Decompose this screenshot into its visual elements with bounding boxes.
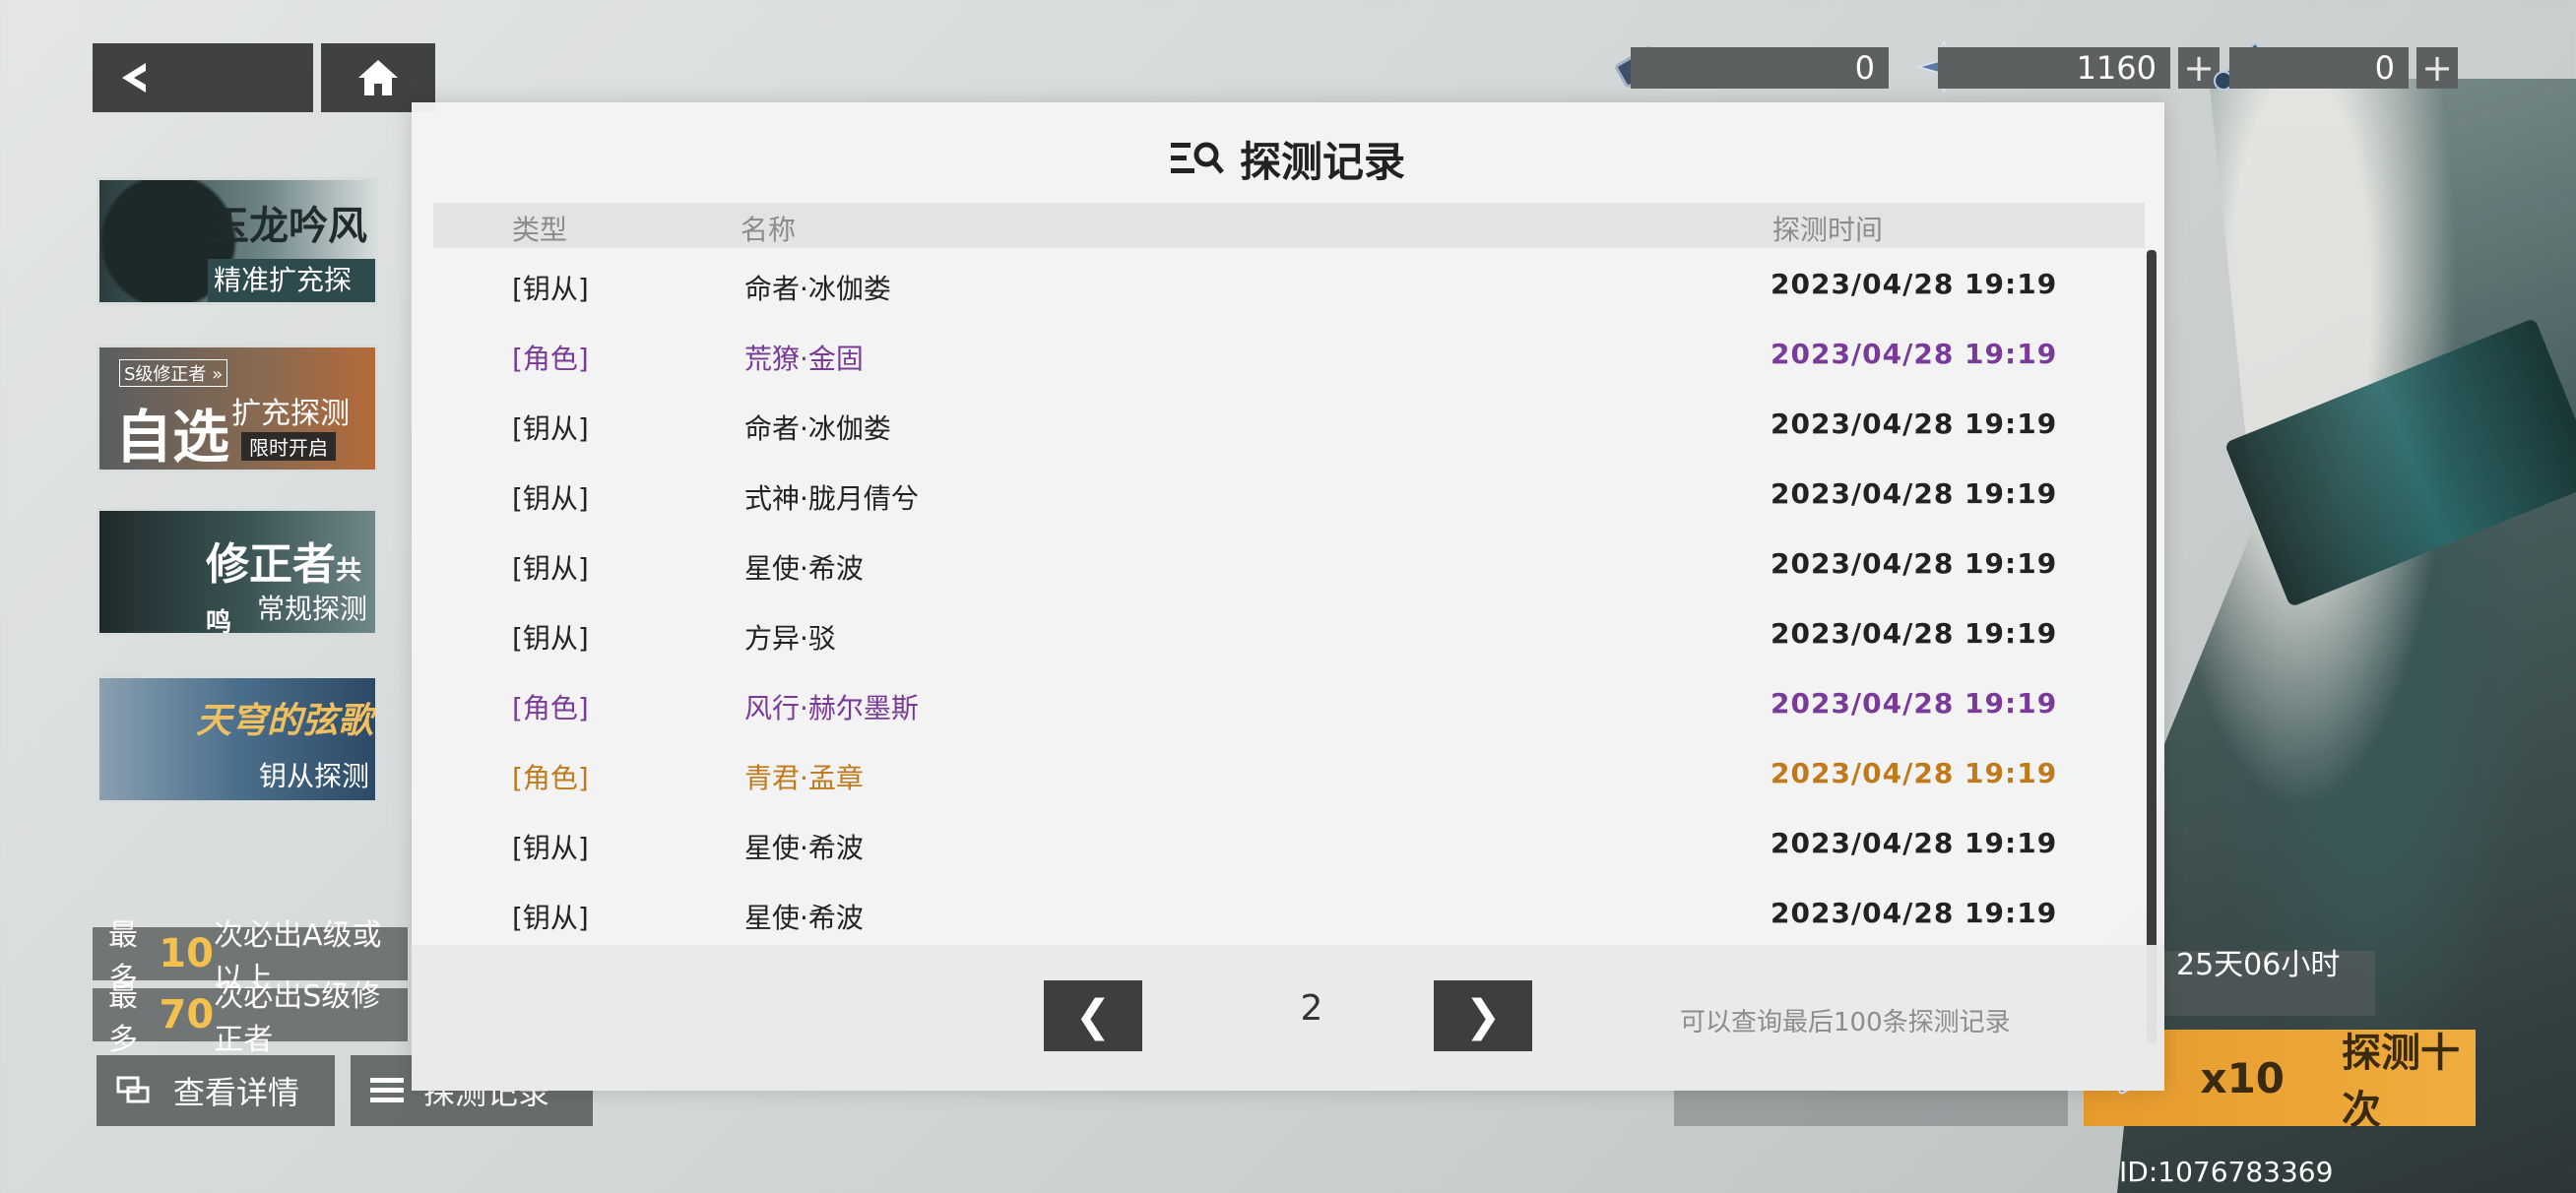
- pagination: ❮ 2 ❯ 可以查询最后100条探测记录: [412, 945, 2164, 1091]
- view-details-button[interactable]: 查看详情: [97, 1055, 335, 1126]
- details-icon: [116, 1076, 150, 1103]
- records-limit-note: 可以查询最后100条探测记录: [1680, 1008, 2011, 1037]
- banner-resonance[interactable]: 修正者共鸣 常规探测: [97, 508, 378, 636]
- banner-badge: 限时开启: [241, 432, 336, 461]
- banner-subtitle: 扩充探测: [231, 397, 350, 431]
- records-list[interactable]: [钥从] 命者·冰伽娄 2023/04/28 19:19 [角色] 荒獠·金固 …: [433, 248, 2123, 1047]
- search-list-icon: [1170, 142, 1224, 174]
- table-row: [角色] 荒獠·金固 2023/04/28 19:19: [512, 338, 2058, 375]
- table-row: [钥从] 命者·冰伽娄 2023/04/28 19:19: [512, 408, 2058, 445]
- page-number: 2: [1300, 988, 1323, 1029]
- table-row: [钥从] 星使·希波 2023/04/28 19:19: [512, 827, 2058, 864]
- next-page-button[interactable]: ❯: [1434, 980, 1532, 1051]
- currency-ticket: 0: [1631, 47, 1889, 89]
- user-id: ID:1076783369: [2119, 1156, 2334, 1188]
- currency-spear-value: 0: [2374, 49, 2395, 87]
- table-row: [钥从] 式神·胧月倩兮 2023/04/28 19:19: [512, 477, 2058, 515]
- table-header: 类型 名称 探测时间: [433, 203, 2145, 248]
- list-icon: [370, 1078, 404, 1102]
- banner-selectable[interactable]: S级修正者 » 自选 扩充探测 限时开启: [97, 345, 378, 472]
- banner-jade-dragon[interactable]: 玉龙吟风 精准扩充探测: [97, 177, 378, 305]
- summon-ten-count: x10: [2200, 1053, 2286, 1102]
- banner-title: 玉龙吟风: [210, 204, 367, 249]
- table-row: [钥从] 星使·希波 2023/04/28 19:19: [512, 897, 2058, 934]
- scrollbar-thumb[interactable]: [2147, 250, 2157, 1043]
- currency-spear: 0 +: [2229, 46, 2458, 90]
- table-row: [角色] 青君·孟章 2023/04/28 19:19: [512, 757, 2058, 794]
- banner-subtitle: 精准扩充探测: [208, 259, 375, 302]
- records-modal: 探测记录 类型 名称 探测时间 [钥从] 命者·冰伽娄 2023/04/28 1…: [412, 102, 2164, 1091]
- currency-crystal-value: 1160: [2076, 49, 2157, 87]
- table-row: [钥从] 星使·希波 2023/04/28 19:19: [512, 547, 2058, 585]
- back-button[interactable]: [93, 43, 313, 112]
- records-scrollbar[interactable]: [2147, 250, 2157, 1043]
- currency-crystal: 1160 +: [1938, 46, 2220, 90]
- guarantee-s-rank: 最多 70 次必出S级修正者: [93, 979, 408, 1057]
- banner-title: 天穹的弦歌: [196, 701, 374, 741]
- header-time: 探测时间: [1772, 214, 1884, 246]
- currency-ticket-value: 0: [1854, 49, 1875, 87]
- currency-spear-add-button[interactable]: +: [2416, 46, 2458, 90]
- summon-ten-label: 探测十次: [2342, 1031, 2461, 1133]
- header-name: 名称: [741, 214, 797, 246]
- table-row: [钥从] 方异·驳 2023/04/28 19:19: [512, 617, 2058, 655]
- banner-strings[interactable]: 天穹的弦歌 钥从探测: [97, 675, 378, 803]
- back-arrow-icon: [122, 63, 146, 93]
- banner-subtitle: 常规探测: [257, 593, 368, 625]
- prev-page-button[interactable]: ❮: [1044, 980, 1142, 1051]
- banner-title: 自选: [115, 404, 230, 471]
- banner-subtitle: 钥从探测: [259, 760, 370, 792]
- featured-weapon-art: [2223, 317, 2576, 608]
- home-icon: [358, 60, 398, 95]
- header-type: 类型: [512, 214, 568, 246]
- banner-tag: S级修正者 »: [119, 359, 228, 387]
- table-row: [钥从] 命者·冰伽娄 2023/04/28 19:19: [512, 268, 2058, 305]
- modal-title: 探测记录: [412, 124, 2164, 193]
- table-row: [角色] 风行·赫尔墨斯 2023/04/28 19:19: [512, 687, 2058, 724]
